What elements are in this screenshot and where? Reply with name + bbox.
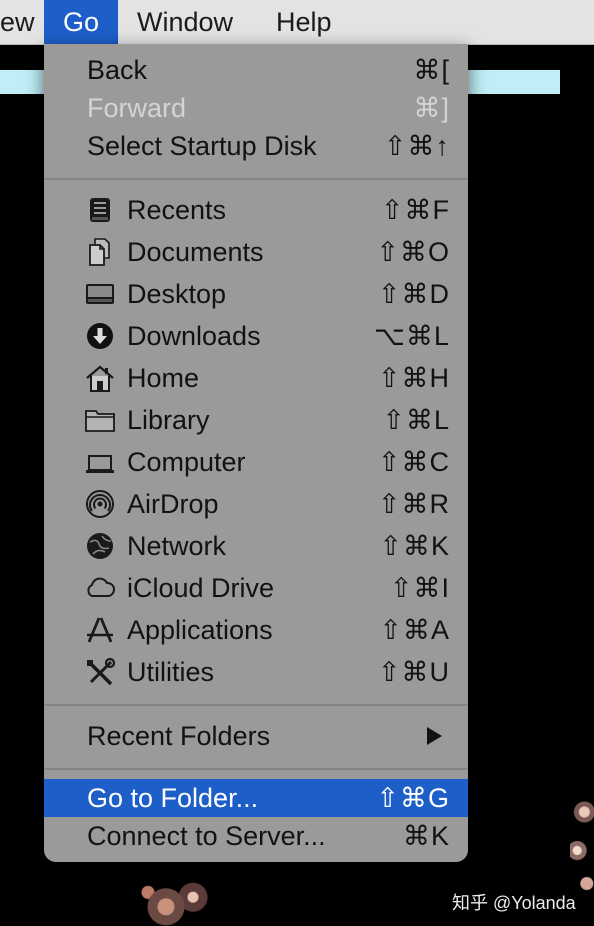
documents-icon bbox=[85, 238, 115, 266]
menu-item-label: Library bbox=[127, 405, 210, 435]
utilities-tools-icon bbox=[85, 657, 116, 686]
cloud-icon bbox=[85, 574, 115, 602]
menu-item-shortcut: ⌘K bbox=[402, 821, 450, 851]
menu-item-label: Downloads bbox=[127, 321, 261, 351]
menu-item-shortcut: ⇧⌘F bbox=[380, 195, 450, 225]
menu-go[interactable]: Go bbox=[44, 0, 118, 44]
home-icon bbox=[85, 364, 115, 392]
menu-item-shortcut: ⇧⌘O bbox=[376, 237, 450, 267]
menu-item-label: Desktop bbox=[127, 279, 227, 309]
menu-item-label: Network bbox=[127, 531, 227, 561]
menu-item-label: Connect to Server... bbox=[87, 821, 326, 851]
menu-item-shortcut: ⌘[ bbox=[413, 55, 450, 85]
menu-item-label: Applications bbox=[127, 615, 273, 645]
menu-item-label: Go to Folder... bbox=[87, 783, 259, 813]
menu-item-connect-to-server[interactable]: Connect to Server... ⌘K bbox=[44, 817, 468, 855]
menu-item-airdrop[interactable]: AirDrop ⇧⌘R bbox=[44, 485, 468, 523]
airdrop-icon bbox=[85, 490, 115, 518]
watermark: 知乎 @Yolanda bbox=[452, 893, 576, 913]
menu-help[interactable]: Help bbox=[259, 0, 349, 44]
menu-item-library[interactable]: Library ⇧⌘L bbox=[44, 401, 468, 439]
menu-item-shortcut: ⌘] bbox=[413, 93, 450, 123]
menu-item-home[interactable]: Home ⇧⌘H bbox=[44, 359, 468, 397]
menu-item-shortcut: ⇧⌘A bbox=[379, 615, 450, 645]
menu-item-shortcut: ⇧⌘↑ bbox=[383, 131, 450, 161]
menu-item-back[interactable]: Back ⌘[ bbox=[44, 51, 468, 89]
desktop-wallpaper-detail bbox=[130, 878, 220, 926]
menu-item-shortcut: ⇧⌘C bbox=[377, 447, 450, 477]
menu-bar: ew Go Window Help bbox=[0, 0, 594, 45]
menu-separator bbox=[44, 178, 468, 180]
downloads-icon bbox=[85, 322, 115, 350]
menu-item-label: Back bbox=[87, 55, 148, 85]
menu-window[interactable]: Window bbox=[120, 0, 250, 44]
menu-item-utilities[interactable]: Utilities ⇧⌘U bbox=[44, 653, 468, 691]
network-globe-icon bbox=[85, 532, 115, 560]
menu-item-go-to-folder[interactable]: Go to Folder... ⇧⌘G bbox=[44, 779, 468, 817]
menu-item-shortcut: ⇧⌘D bbox=[377, 279, 450, 309]
menu-item-shortcut: ⇧⌘H bbox=[377, 363, 450, 393]
menu-item-forward: Forward ⌘] bbox=[44, 89, 468, 127]
menu-item-computer[interactable]: Computer ⇧⌘C bbox=[44, 443, 468, 481]
library-folder-icon bbox=[85, 406, 115, 434]
menu-item-label: Select Startup Disk bbox=[87, 131, 317, 161]
menu-item-applications[interactable]: Applications ⇧⌘A bbox=[44, 611, 468, 649]
applications-icon bbox=[85, 616, 115, 644]
menu-item-shortcut: ⇧⌘K bbox=[379, 531, 450, 561]
menu-item-select-startup-disk[interactable]: Select Startup Disk ⇧⌘↑ bbox=[44, 127, 468, 165]
menu-item-shortcut: ⇧⌘I bbox=[389, 573, 450, 603]
menu-item-recent-folders[interactable]: Recent Folders bbox=[44, 717, 468, 755]
submenu-arrow-icon bbox=[427, 727, 442, 745]
menu-item-shortcut: ⇧⌘L bbox=[382, 405, 450, 435]
computer-icon bbox=[85, 448, 115, 476]
desktop-wallpaper-detail bbox=[570, 790, 594, 900]
menu-item-shortcut: ⇧⌘U bbox=[377, 657, 450, 687]
menu-item-shortcut: ⇧⌘R bbox=[377, 489, 450, 519]
menu-separator bbox=[44, 704, 468, 706]
menu-item-recents[interactable]: Recents ⇧⌘F bbox=[44, 191, 468, 229]
menu-item-label: AirDrop bbox=[127, 489, 219, 519]
menu-item-label: Forward bbox=[87, 93, 187, 123]
menu-item-label: Recents bbox=[127, 195, 227, 225]
menu-item-label: Computer bbox=[127, 447, 246, 477]
menu-item-label: Documents bbox=[127, 237, 264, 267]
menu-item-shortcut: ⇧⌘G bbox=[376, 783, 450, 813]
desktop-icon bbox=[85, 280, 115, 308]
menu-item-shortcut: ⌥⌘L bbox=[373, 321, 450, 351]
menu-item-label: iCloud Drive bbox=[127, 573, 275, 603]
go-menu-dropdown: Back ⌘[ Forward ⌘] Select Startup Disk ⇧… bbox=[44, 44, 468, 862]
recents-icon bbox=[85, 196, 115, 224]
menu-item-downloads[interactable]: Downloads ⌥⌘L bbox=[44, 317, 468, 355]
menu-item-label: Utilities bbox=[127, 657, 215, 687]
menu-separator bbox=[44, 768, 468, 770]
menu-item-icloud-drive[interactable]: iCloud Drive ⇧⌘I bbox=[44, 569, 468, 607]
menu-item-network[interactable]: Network ⇧⌘K bbox=[44, 527, 468, 565]
menu-item-label: Home bbox=[127, 363, 200, 393]
menu-item-documents[interactable]: Documents ⇧⌘O bbox=[44, 233, 468, 271]
menu-item-desktop[interactable]: Desktop ⇧⌘D bbox=[44, 275, 468, 313]
menu-item-label: Recent Folders bbox=[87, 721, 271, 751]
